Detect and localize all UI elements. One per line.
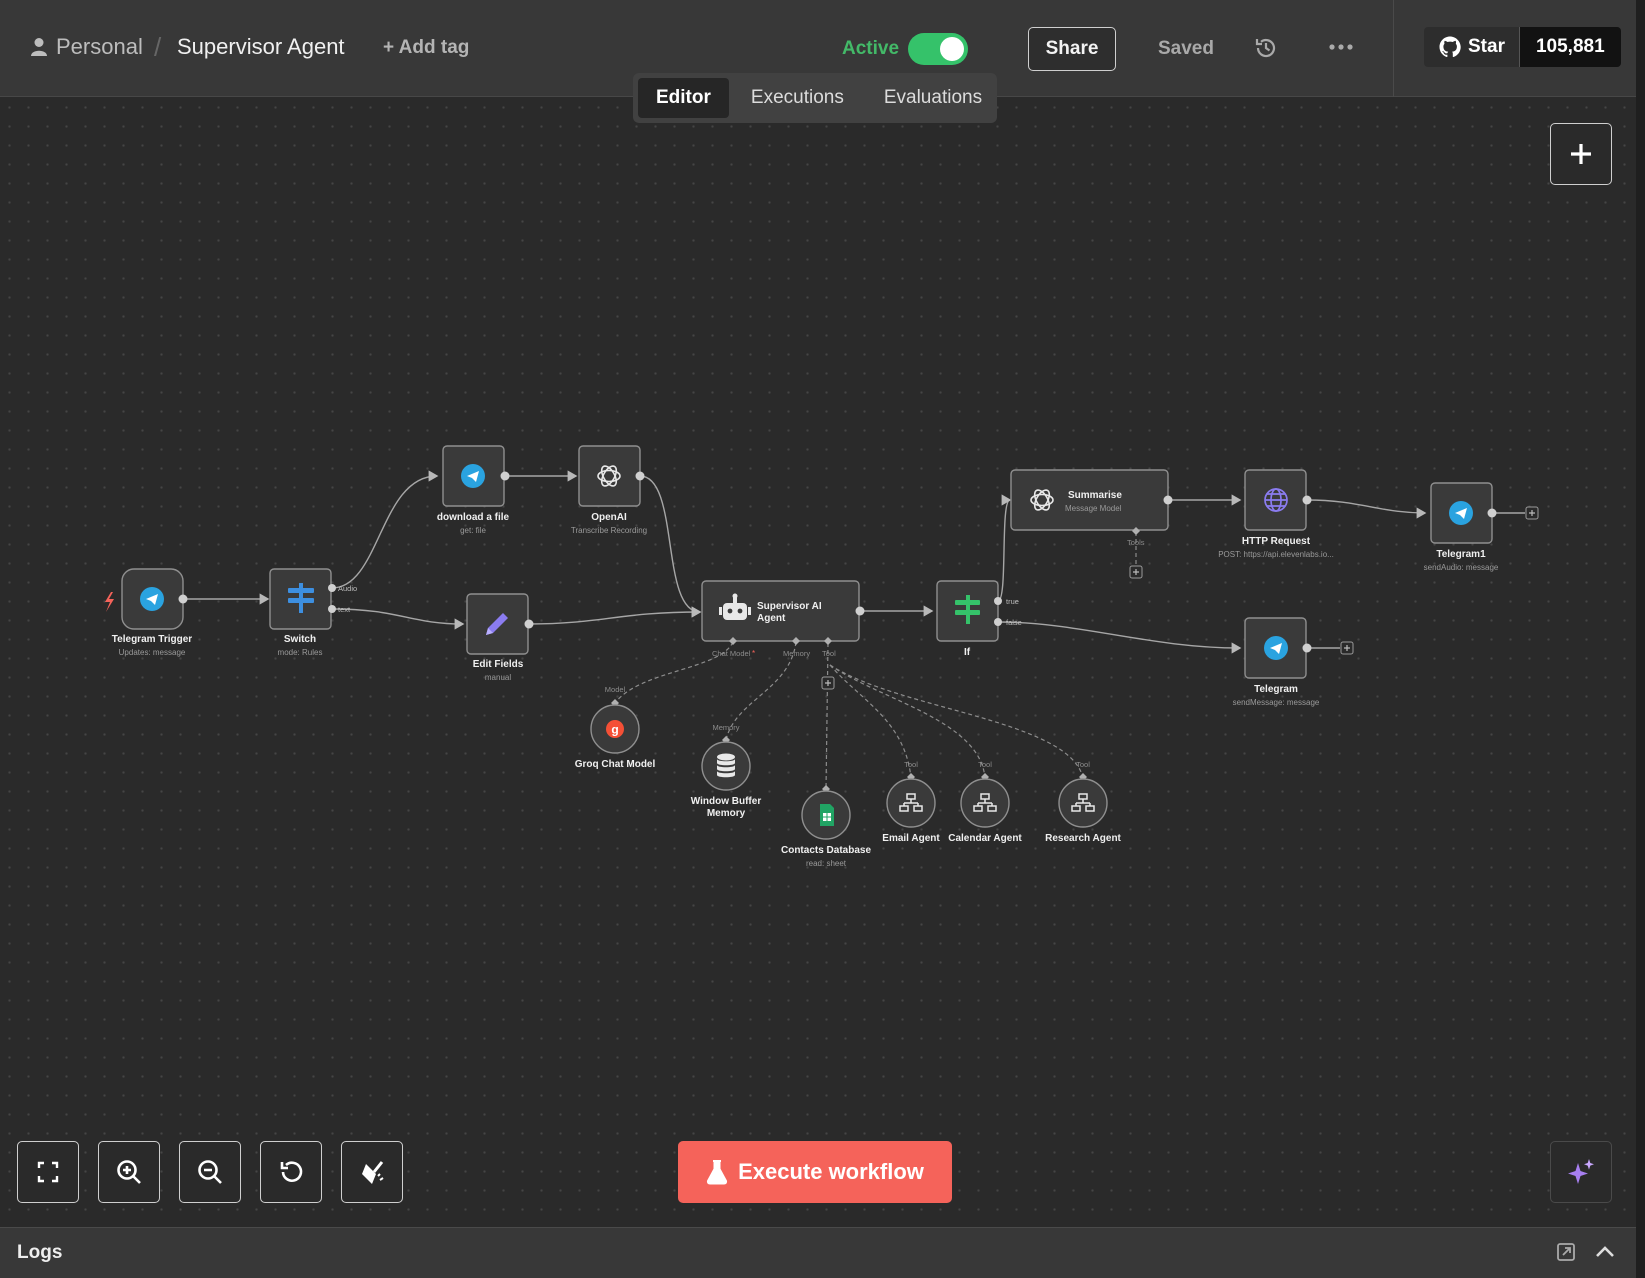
zoom-in-icon <box>117 1160 141 1184</box>
port-label-audio: Audio <box>338 584 357 593</box>
node-contacts-database[interactable]: Contacts Database read: sheet <box>781 785 871 868</box>
port-label-text: text <box>338 605 351 614</box>
required-asterisk: * <box>752 649 755 658</box>
node-edit-fields[interactable]: Edit Fields manual <box>466 593 534 682</box>
node-label: Edit Fields <box>473 659 524 670</box>
execute-workflow-button[interactable]: Execute workflow <box>678 1141 952 1203</box>
node-label: Research Agent <box>1045 833 1121 844</box>
node-label: Telegram <box>1254 684 1298 695</box>
node-label-line1: Supervisor AI <box>757 601 822 612</box>
node-subtitle: Transcribe Recording <box>571 526 647 535</box>
node-label: HTTP Request <box>1242 536 1311 547</box>
logs-label: Logs <box>17 1242 63 1263</box>
sheets-icon <box>820 804 834 826</box>
node-research-agent[interactable]: Tool Research Agent <box>1045 760 1121 844</box>
port-label-false: false <box>1006 618 1022 627</box>
tidy-icon <box>362 1161 384 1184</box>
port-label-chat-model: Chat Model <box>712 649 751 658</box>
workflow-graph: Telegram Trigger Updates: message Audio … <box>105 445 1539 868</box>
node-subtitle: read: sheet <box>806 859 847 868</box>
node-summarise[interactable]: Summarise Message Model Tools <box>1010 469 1173 579</box>
node-label: Telegram1 <box>1436 549 1486 560</box>
node-email-agent[interactable]: Tool Email Agent <box>882 760 940 844</box>
node-label: OpenAI <box>591 512 627 523</box>
node-label: Summarise <box>1068 490 1122 501</box>
node-label-line1: Window Buffer <box>691 796 762 807</box>
window-edge <box>1636 0 1645 1278</box>
node-subtitle: get: file <box>460 526 486 535</box>
flask-icon <box>706 1160 728 1185</box>
popout-icon[interactable] <box>1556 1242 1576 1262</box>
port-label-tool: Tool <box>1076 760 1090 769</box>
sparkle-icon <box>1568 1159 1594 1184</box>
port-label-tool: Tool <box>904 760 918 769</box>
port-label-true: true <box>1006 597 1019 606</box>
node-calendar-agent[interactable]: Tool Calendar Agent <box>948 760 1022 844</box>
node-subtitle: Message Model <box>1065 504 1122 513</box>
node-subtitle: sendMessage: message <box>1233 698 1320 707</box>
node-label: Telegram Trigger <box>112 634 193 645</box>
ai-assistant-button[interactable] <box>1550 1141 1612 1203</box>
node-openai[interactable]: OpenAI Transcribe Recording <box>571 445 647 535</box>
port-label-memory: Memory <box>712 723 739 732</box>
node-supervisor-agent[interactable]: Supervisor AI Agent Chat Model * Memory … <box>701 580 865 690</box>
zoom-in-button[interactable] <box>98 1141 160 1203</box>
sub-connections <box>614 532 1137 791</box>
svg-text:g: g <box>611 723 618 737</box>
execute-workflow-label: Execute workflow <box>738 1159 924 1184</box>
node-telegram1[interactable]: Telegram1 sendAudio: message <box>1424 482 1539 572</box>
node-telegram-trigger[interactable]: Telegram Trigger Updates: message <box>105 568 193 657</box>
node-subtitle: Updates: message <box>119 648 186 657</box>
trigger-bolt-icon <box>105 592 114 612</box>
node-label: download a file <box>437 512 510 523</box>
reset-zoom-button[interactable] <box>260 1141 322 1203</box>
zoom-out-button[interactable] <box>179 1141 241 1203</box>
node-switch[interactable]: Audio text Switch mode: Rules <box>269 568 357 657</box>
node-label: Switch <box>284 634 316 645</box>
reset-icon <box>280 1161 303 1182</box>
node-label: Groq Chat Model <box>575 759 656 770</box>
telegram-icon <box>1264 636 1288 660</box>
node-groq-chat-model[interactable]: Model g Groq Chat Model <box>575 685 656 770</box>
port-label-memory: Memory <box>783 649 810 658</box>
node-label: Calendar Agent <box>948 833 1022 844</box>
node-subtitle: mode: Rules <box>278 648 323 657</box>
node-subtitle: sendAudio: message <box>1424 563 1499 572</box>
node-label: If <box>964 647 971 658</box>
logs-panel[interactable]: Logs <box>0 1227 1645 1278</box>
node-label: Email Agent <box>882 833 940 844</box>
node-label-line2: Agent <box>757 613 786 624</box>
zoom-out-icon <box>198 1160 222 1184</box>
node-telegram[interactable]: Telegram sendMessage: message <box>1233 617 1354 707</box>
tidy-up-button[interactable] <box>341 1141 403 1203</box>
fit-view-button[interactable] <box>17 1141 79 1203</box>
node-label: Contacts Database <box>781 845 871 856</box>
chevron-up-icon[interactable] <box>1594 1242 1616 1262</box>
port-label-model: Model <box>605 685 626 694</box>
groq-icon: g <box>606 720 624 738</box>
port-label-tools: Tools <box>1127 538 1145 547</box>
node-subtitle: manual <box>485 673 511 682</box>
node-download-file[interactable]: download a file get: file <box>437 445 510 535</box>
fit-view-icon <box>37 1161 59 1183</box>
node-subtitle: POST: https://api.elevenlabs.io... <box>1218 550 1334 559</box>
node-label-line2: Memory <box>707 808 746 819</box>
node-if[interactable]: true false If <box>936 580 1022 658</box>
telegram-icon <box>1449 501 1473 525</box>
node-window-buffer-memory[interactable]: Memory Window Buffer Memory <box>691 723 762 819</box>
telegram-icon <box>461 464 485 488</box>
node-http-request[interactable]: HTTP Request POST: https://api.elevenlab… <box>1218 469 1334 559</box>
telegram-icon <box>140 587 164 611</box>
port-label-tool: Tool <box>822 649 836 658</box>
port-label-tool: Tool <box>978 760 992 769</box>
